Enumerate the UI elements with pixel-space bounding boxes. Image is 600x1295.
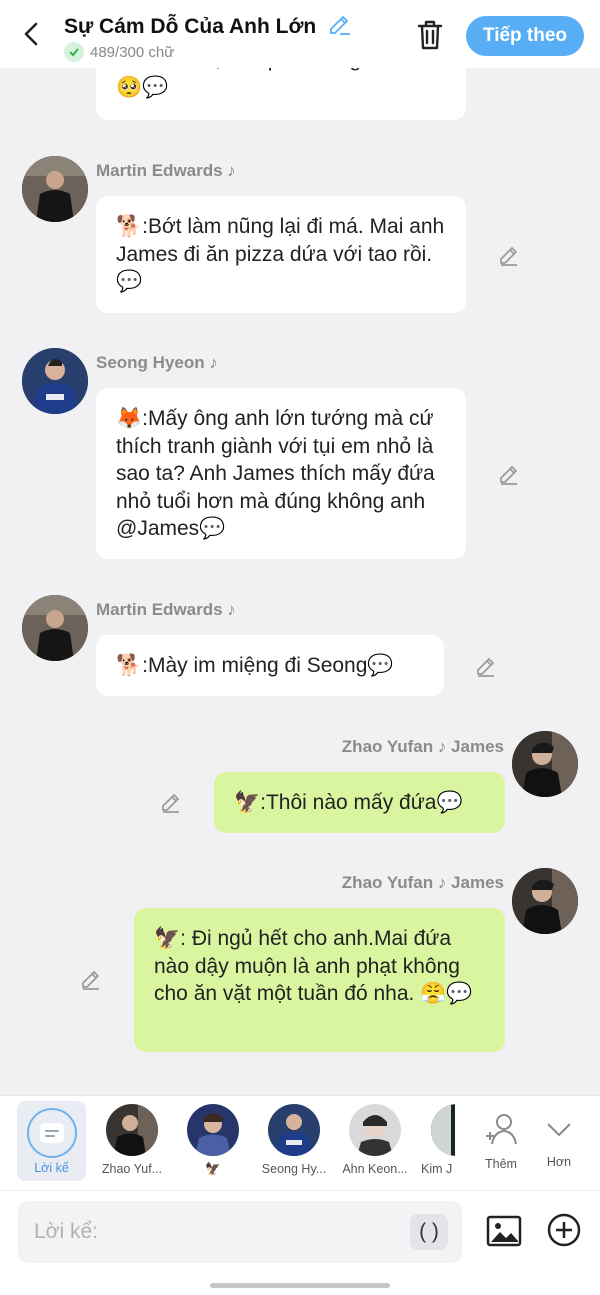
message-bubble-mine[interactable]: 🦅: Đi ngủ hết cho anh.Mai đứa nào dậy mu… — [134, 908, 505, 1052]
avatar-seong[interactable] — [22, 348, 88, 414]
character-selector: Lời kể Zhao Yuf... 🦅 Seong Hy... Ahn Keo… — [0, 1095, 600, 1190]
narration-label: Lời kể — [34, 1161, 69, 1175]
edit-icon[interactable] — [497, 243, 521, 267]
edit-icon[interactable] — [474, 654, 498, 678]
narration-icon — [26, 1108, 77, 1158]
character-name: Ahn Keon... — [342, 1162, 408, 1176]
character-kim[interactable]: Kim J — [419, 1104, 455, 1176]
story-title: Sự Cám Dỗ Của Anh Lớn — [64, 15, 317, 38]
edit-icon[interactable] — [497, 462, 521, 486]
page-title[interactable]: Sự Cám Dỗ Của Anh Lớn — [64, 12, 352, 39]
message-text: 🦅: Đi ngủ hết cho anh.Mai đứa nào dậy mu… — [154, 927, 473, 1005]
character-name: Kim J — [421, 1162, 453, 1176]
message-bubble[interactable]: 🦊:Mấy ông anh lớn tướng mà cứ thích tran… — [96, 388, 466, 559]
chat-area[interactable]: nhất nhóm, anh phải cưng em chứ🥺💬 Martin… — [0, 0, 600, 1095]
trash-icon[interactable] — [414, 18, 446, 52]
add-character-button[interactable]: Thêm — [476, 1104, 526, 1171]
next-button[interactable]: Tiếp theo — [466, 16, 584, 56]
avatar-zhao[interactable] — [512, 868, 578, 934]
home-indicator — [210, 1283, 390, 1288]
character-seong[interactable]: Seong Hy... — [257, 1104, 331, 1176]
chevron-down-icon — [547, 1123, 571, 1137]
sender-name: Zhao Yufan ♪ James — [341, 873, 504, 892]
message-text: 🦅:Thôi nào mấy đứa💬 — [234, 791, 463, 814]
image-icon[interactable] — [486, 1213, 522, 1249]
message-text: 🐕:Bớt làm nũng lại đi má. Mai anh James … — [116, 215, 445, 293]
character-ahn[interactable]: Ahn Keon... — [338, 1104, 412, 1176]
parenthesis-button[interactable]: ( ) — [410, 1214, 448, 1250]
message-bubble-mine[interactable]: 🦅:Thôi nào mấy đứa💬 — [214, 772, 505, 833]
edit-icon[interactable] — [159, 790, 183, 814]
avatar-zhao[interactable] — [512, 731, 578, 797]
character-zhao[interactable]: Zhao Yuf... — [95, 1104, 169, 1176]
sender-name: Seong Hyeon ♪ — [96, 353, 218, 372]
avatar-martin[interactable] — [22, 156, 88, 222]
message-text: 🐕:Mày im miệng đi Seong💬 — [116, 654, 394, 677]
message-input[interactable] — [34, 1201, 404, 1263]
avatar — [106, 1104, 158, 1156]
avatar — [187, 1104, 239, 1156]
sender-name: Zhao Yufan ♪ James — [341, 737, 504, 756]
add-user-icon — [486, 1114, 517, 1145]
word-count-text: 489/300 chữ — [90, 43, 175, 61]
message-input-box[interactable]: ( ) — [18, 1201, 462, 1263]
top-bar: Sự Cám Dỗ Của Anh Lớn 489/300 chữ Tiếp t… — [0, 0, 600, 68]
more-label: Thêm — [485, 1157, 517, 1171]
sender-name: Martin Edwards ♪ — [96, 600, 236, 619]
avatar — [268, 1104, 320, 1156]
plus-icon[interactable] — [547, 1213, 581, 1247]
character-name: Seong Hy... — [261, 1162, 327, 1176]
character-name: Zhao Yuf... — [101, 1162, 163, 1176]
narration-selector[interactable]: Lời kể — [17, 1101, 86, 1181]
message-bubble[interactable]: 🐕:Bớt làm nũng lại đi má. Mai anh James … — [96, 196, 466, 313]
character-name: 🦅 — [205, 1162, 221, 1176]
message-bubble[interactable]: 🐕:Mày im miệng đi Seong💬 — [96, 635, 444, 696]
composer: ( ) — [0, 1190, 600, 1295]
sender-name: Martin Edwards ♪ — [96, 161, 236, 180]
word-count: 489/300 chữ — [64, 42, 174, 62]
avatar — [349, 1104, 401, 1156]
edit-icon[interactable] — [79, 967, 103, 991]
edit-title-icon[interactable] — [328, 12, 352, 36]
expand-label: Hơn — [546, 1155, 572, 1169]
avatar — [431, 1104, 455, 1156]
avatar-martin[interactable] — [22, 595, 88, 661]
expand-button[interactable]: Hơn — [534, 1104, 584, 1169]
character-eagle[interactable]: 🦅 — [176, 1104, 250, 1177]
back-arrow-icon[interactable] — [18, 20, 46, 48]
message-text: 🦊:Mấy ông anh lớn tướng mà cứ thích tran… — [116, 407, 435, 540]
check-icon — [64, 42, 84, 62]
